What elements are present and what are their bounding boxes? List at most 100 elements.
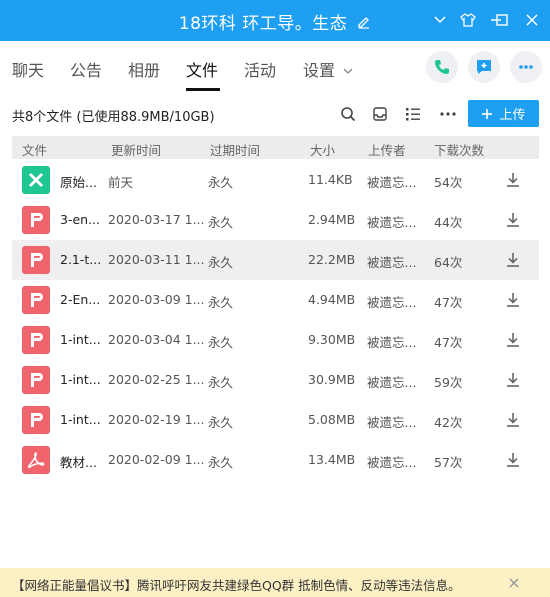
tab-files[interactable]: 文件	[186, 57, 218, 81]
expire-time: 永久	[208, 255, 234, 270]
file-name[interactable]: 原始...	[60, 172, 105, 191]
chevron-down-icon[interactable]	[428, 8, 452, 32]
download-count: 47次	[434, 295, 463, 310]
table-row[interactable]: 2-En... 2020-03-09 1... 永久 4.94MB 被遗忘... 47次	[12, 280, 539, 320]
uploader[interactable]: 被遗忘...	[367, 212, 422, 231]
chat-plus-icon	[477, 60, 491, 74]
uploader[interactable]: 被遗忘...	[367, 412, 422, 431]
uploader[interactable]: 被遗忘...	[367, 292, 422, 311]
file-size: 11.4KB	[308, 172, 353, 187]
expire-time: 永久	[208, 335, 234, 350]
call-button[interactable]	[426, 51, 458, 83]
shirt-icon[interactable]	[456, 8, 480, 32]
upload-button[interactable]: 上传	[468, 100, 539, 127]
notice-text[interactable]: 【网络正能量倡议书】腾讯呼吁网友共建绿色QQ群 抵制色情、反动等违法信息。	[12, 575, 461, 594]
download-count: 54次	[434, 175, 463, 190]
file-size: 30.9MB	[308, 372, 356, 387]
tab-album[interactable]: 相册	[128, 57, 160, 81]
download-icon[interactable]	[504, 171, 522, 189]
uploader[interactable]: 被遗忘...	[367, 332, 422, 351]
file-size: 4.94MB	[308, 292, 356, 307]
tab-settings[interactable]: 设置	[303, 57, 335, 81]
expire-time: 永久	[208, 175, 234, 190]
uploader[interactable]: 被遗忘...	[367, 172, 422, 191]
file-name[interactable]: 3-en...	[60, 212, 105, 227]
close-notice-icon[interactable]	[507, 576, 521, 590]
expire-time: 永久	[208, 295, 234, 310]
powerpoint-file-icon	[22, 206, 50, 234]
file-size: 5.08MB	[308, 412, 356, 427]
table-row[interactable]: 教材... 2020-02-09 1... 永久 13.4MB 被遗忘... 57次	[12, 440, 539, 480]
excel-file-icon	[22, 166, 50, 194]
download-icon[interactable]	[504, 291, 522, 309]
more-button[interactable]	[510, 51, 542, 83]
table-row[interactable]: 原始... 前天 永久 11.4KB 被遗忘... 54次	[12, 160, 539, 200]
file-name[interactable]: 教材...	[60, 452, 105, 471]
updated-time: 2020-02-19 1...	[108, 412, 205, 427]
header-expire[interactable]: 过期时间	[210, 140, 260, 159]
file-size: 2.94MB	[308, 212, 356, 227]
download-icon[interactable]	[504, 211, 522, 229]
download-icon[interactable]	[504, 251, 522, 269]
maximize-icon[interactable]	[490, 8, 514, 32]
table-row[interactable]: 1-int... 2020-02-19 1... 永久 5.08MB 被遗忘... 42次	[12, 400, 539, 440]
table-row[interactable]: 2.1-t... 2020-03-11 1... 永久 22.2MB 被遗忘... 64次	[12, 240, 539, 280]
close-icon[interactable]	[520, 8, 544, 32]
header-file[interactable]: 文件	[22, 140, 47, 159]
uploader[interactable]: 被遗忘...	[367, 372, 422, 391]
tab-announcement[interactable]: 公告	[70, 57, 102, 81]
inbox-icon[interactable]	[370, 104, 390, 124]
download-count: 47次	[434, 335, 463, 350]
expire-time: 永久	[208, 375, 234, 390]
header-updated[interactable]: 更新时间	[111, 140, 161, 159]
header-uploader[interactable]: 上传者	[368, 140, 406, 159]
updated-time: 2020-02-09 1...	[108, 452, 205, 467]
powerpoint-file-icon	[22, 366, 50, 394]
updated-time: 前天	[108, 175, 134, 190]
download-count: 57次	[434, 455, 463, 470]
phone-icon	[435, 60, 449, 74]
file-name[interactable]: 1-int...	[60, 332, 105, 347]
powerpoint-file-icon	[22, 406, 50, 434]
pdf-file-icon	[22, 446, 50, 474]
list-view-icon[interactable]	[403, 104, 423, 124]
tab-chat[interactable]: 聊天	[12, 57, 44, 81]
file-name[interactable]: 1-int...	[60, 372, 105, 387]
download-icon[interactable]	[504, 371, 522, 389]
uploader[interactable]: 被遗忘...	[367, 252, 422, 271]
active-tab-indicator	[186, 88, 220, 91]
new-message-button[interactable]	[468, 51, 500, 83]
tab-activity[interactable]: 活动	[244, 57, 276, 81]
file-name[interactable]: 1-int...	[60, 412, 105, 427]
more-dots-icon	[519, 65, 533, 69]
download-icon[interactable]	[504, 451, 522, 469]
search-icon[interactable]	[338, 104, 358, 124]
group-name: 18环科 环工导。生态	[178, 14, 348, 34]
file-size: 13.4MB	[308, 452, 356, 467]
edit-icon[interactable]	[357, 14, 371, 34]
table-row[interactable]: 1-int... 2020-02-25 1... 永久 30.9MB 被遗忘... 59次	[12, 360, 539, 400]
settings-chevron-icon[interactable]	[342, 62, 354, 81]
file-name[interactable]: 2-En...	[60, 292, 105, 307]
header-size[interactable]: 大小	[310, 140, 335, 159]
powerpoint-file-icon	[22, 286, 50, 314]
table-row[interactable]: 3-en... 2020-03-17 1... 永久 2.94MB 被遗忘... 44次	[12, 200, 539, 240]
updated-time: 2020-03-17 1...	[108, 212, 205, 227]
table-header: 文件 更新时间 过期时间 大小 上传者 下载次数	[12, 136, 539, 159]
upload-label: 上传	[499, 108, 526, 123]
expire-time: 永久	[208, 455, 234, 470]
header-downloads[interactable]: 下载次数	[434, 140, 484, 159]
file-size: 22.2MB	[308, 252, 356, 267]
more-options-icon[interactable]	[438, 104, 458, 124]
file-name[interactable]: 2.1-t...	[60, 252, 105, 267]
uploader[interactable]: 被遗忘...	[367, 452, 422, 471]
expire-time: 永久	[208, 415, 234, 430]
table-row[interactable]: 1-int... 2020-03-04 1... 永久 9.30MB 被遗忘... 47次	[12, 320, 539, 360]
title-bar: 18环科 环工导。生态	[0, 0, 550, 41]
download-count: 59次	[434, 375, 463, 390]
updated-time: 2020-03-04 1...	[108, 332, 205, 347]
expire-time: 永久	[208, 215, 234, 230]
download-icon[interactable]	[504, 411, 522, 429]
download-icon[interactable]	[504, 331, 522, 349]
updated-time: 2020-03-11 1...	[108, 252, 205, 267]
